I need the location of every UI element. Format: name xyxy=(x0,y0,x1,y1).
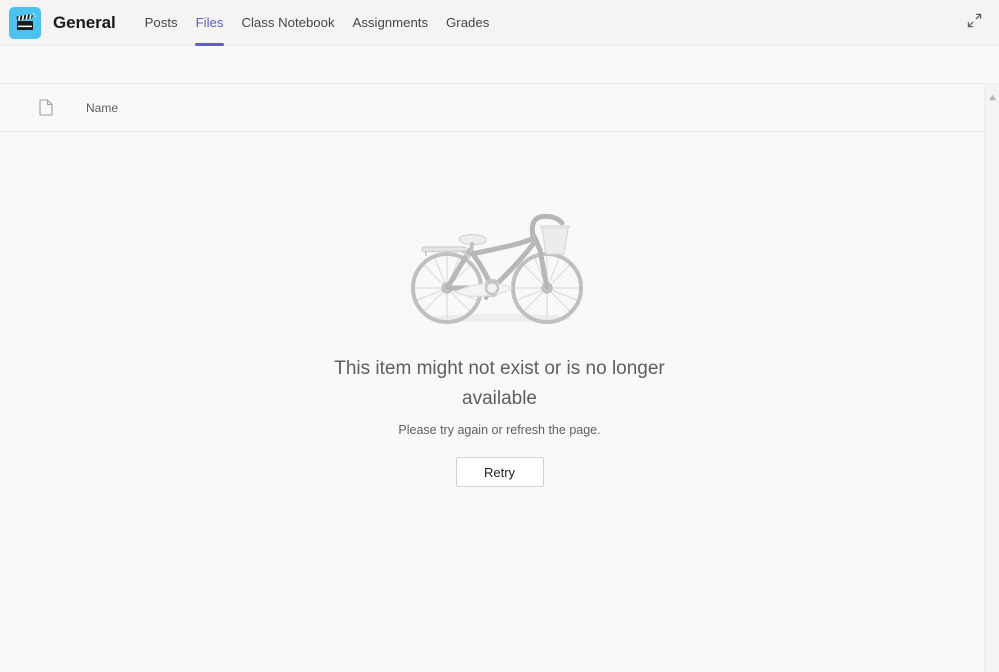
document-icon[interactable] xyxy=(36,99,56,116)
tab-posts[interactable]: Posts xyxy=(136,0,187,46)
empty-state-subtitle: Please try again or refresh the page. xyxy=(398,423,601,437)
empty-state: This item might not exist or is no longe… xyxy=(0,132,999,487)
tab-label: Class Notebook xyxy=(241,15,335,30)
scroll-up-arrow-icon[interactable] xyxy=(988,88,997,106)
expand-diagonal-arrows-icon xyxy=(966,12,983,34)
clapperboard-icon xyxy=(13,11,37,35)
column-header-name[interactable]: Name xyxy=(86,101,118,115)
tab-label: Assignments xyxy=(352,15,429,30)
command-bar xyxy=(0,46,999,84)
file-list-column-header: Name xyxy=(0,84,999,132)
tab-grades[interactable]: Grades xyxy=(437,0,498,46)
tab-assignments[interactable]: Assignments xyxy=(344,0,438,46)
expand-button[interactable] xyxy=(959,8,989,38)
bicycle-illustration xyxy=(400,192,600,332)
tab-class-notebook[interactable]: Class Notebook xyxy=(232,0,343,46)
team-avatar[interactable] xyxy=(9,6,41,39)
file-list-area: Name This item might not exist or is no … xyxy=(0,84,999,672)
tab-files[interactable]: Files xyxy=(187,0,233,46)
empty-state-title: This item might not exist or is no longe… xyxy=(334,358,665,409)
channel-tabs: Posts Files Class Notebook Assignments G… xyxy=(136,0,499,46)
vertical-scrollbar[interactable] xyxy=(984,84,999,672)
page-title: General xyxy=(53,12,116,32)
tab-label: Posts xyxy=(144,15,178,30)
channel-header: General Posts Files Class Notebook Assig… xyxy=(0,0,999,46)
tab-label: Files xyxy=(195,15,224,30)
tab-label: Grades xyxy=(446,15,490,30)
retry-button[interactable]: Retry xyxy=(455,457,544,487)
